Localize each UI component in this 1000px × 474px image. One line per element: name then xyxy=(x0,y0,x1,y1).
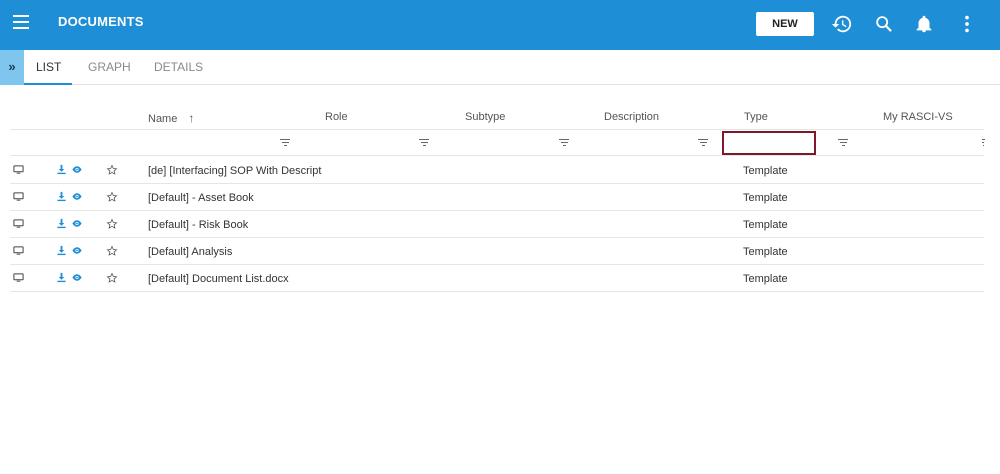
document-type: Template xyxy=(743,219,788,231)
history-icon[interactable] xyxy=(831,13,853,35)
eye-icon[interactable] xyxy=(71,164,83,175)
search-icon[interactable] xyxy=(873,13,895,35)
table-row[interactable]: [Default] Analysis Template xyxy=(10,238,984,265)
star-icon[interactable] xyxy=(106,191,118,203)
table-row[interactable]: [Default] Document List.docx Template xyxy=(10,265,984,292)
document-name[interactable]: [Default] Analysis xyxy=(148,246,232,258)
bell-icon[interactable] xyxy=(913,13,935,35)
star-icon[interactable] xyxy=(106,218,118,230)
expand-panel-button[interactable]: » xyxy=(0,50,24,85)
new-button[interactable]: NEW xyxy=(756,12,814,36)
column-header-type[interactable]: Type xyxy=(744,111,768,123)
document-type: Template xyxy=(743,192,788,204)
desktop-icon[interactable] xyxy=(13,272,24,283)
download-icon[interactable] xyxy=(56,191,67,202)
column-header-rasci[interactable]: My RASCI-VS xyxy=(883,111,953,123)
filter-icon[interactable] xyxy=(978,139,988,147)
table-row[interactable]: [Default] - Asset Book Template xyxy=(10,184,984,211)
document-type: Template xyxy=(743,246,788,258)
tabs-bar: » LIST GRAPH DETAILS xyxy=(0,50,1000,85)
eye-icon[interactable] xyxy=(71,245,83,256)
column-header-name[interactable]: Name ↑ xyxy=(148,111,194,125)
download-icon[interactable] xyxy=(56,272,67,283)
table-row[interactable]: [de] [Interfacing] SOP With Descript Tem… xyxy=(10,157,984,184)
filter-icon[interactable] xyxy=(419,139,429,147)
document-name[interactable]: [Default] - Asset Book xyxy=(148,192,254,204)
download-icon[interactable] xyxy=(56,164,67,175)
desktop-icon[interactable] xyxy=(13,191,24,202)
desktop-icon[interactable] xyxy=(13,218,24,229)
document-name[interactable]: [Default] Document List.docx xyxy=(148,273,289,285)
eye-icon[interactable] xyxy=(71,218,83,229)
filter-icon[interactable] xyxy=(698,139,708,147)
type-filter-input[interactable] xyxy=(722,131,816,155)
document-type: Template xyxy=(743,165,788,177)
download-icon[interactable] xyxy=(56,245,67,256)
document-name[interactable]: [de] [Interfacing] SOP With Descript xyxy=(148,165,321,177)
document-name[interactable]: [Default] - Risk Book xyxy=(148,219,248,231)
more-vert-icon[interactable] xyxy=(956,13,978,35)
download-icon[interactable] xyxy=(56,218,67,229)
eye-icon[interactable] xyxy=(71,191,83,202)
tab-graph[interactable]: GRAPH xyxy=(88,60,131,74)
column-header-description[interactable]: Description xyxy=(604,111,659,123)
filter-icon[interactable] xyxy=(559,139,569,147)
table-row[interactable]: [Default] - Risk Book Template xyxy=(10,211,984,238)
tab-details[interactable]: DETAILS xyxy=(154,60,203,74)
sort-ascending-icon[interactable]: ↑ xyxy=(188,111,194,125)
column-header-subtype[interactable]: Subtype xyxy=(465,111,505,123)
column-header-name-label: Name xyxy=(148,113,178,125)
star-icon[interactable] xyxy=(106,272,118,284)
active-tab-indicator xyxy=(24,83,72,85)
filter-icon[interactable] xyxy=(838,139,848,147)
desktop-icon[interactable] xyxy=(13,164,24,175)
menu-icon[interactable] xyxy=(13,15,29,29)
column-header-role[interactable]: Role xyxy=(325,111,348,123)
page-title: DOCUMENTS xyxy=(58,14,144,29)
eye-icon[interactable] xyxy=(71,272,83,283)
desktop-icon[interactable] xyxy=(13,245,24,256)
app-bar: DOCUMENTS NEW xyxy=(0,0,1000,50)
filter-icon[interactable] xyxy=(280,139,290,147)
tab-list[interactable]: LIST xyxy=(36,60,61,74)
star-icon[interactable] xyxy=(106,164,118,176)
star-icon[interactable] xyxy=(106,245,118,257)
document-type: Template xyxy=(743,273,788,285)
